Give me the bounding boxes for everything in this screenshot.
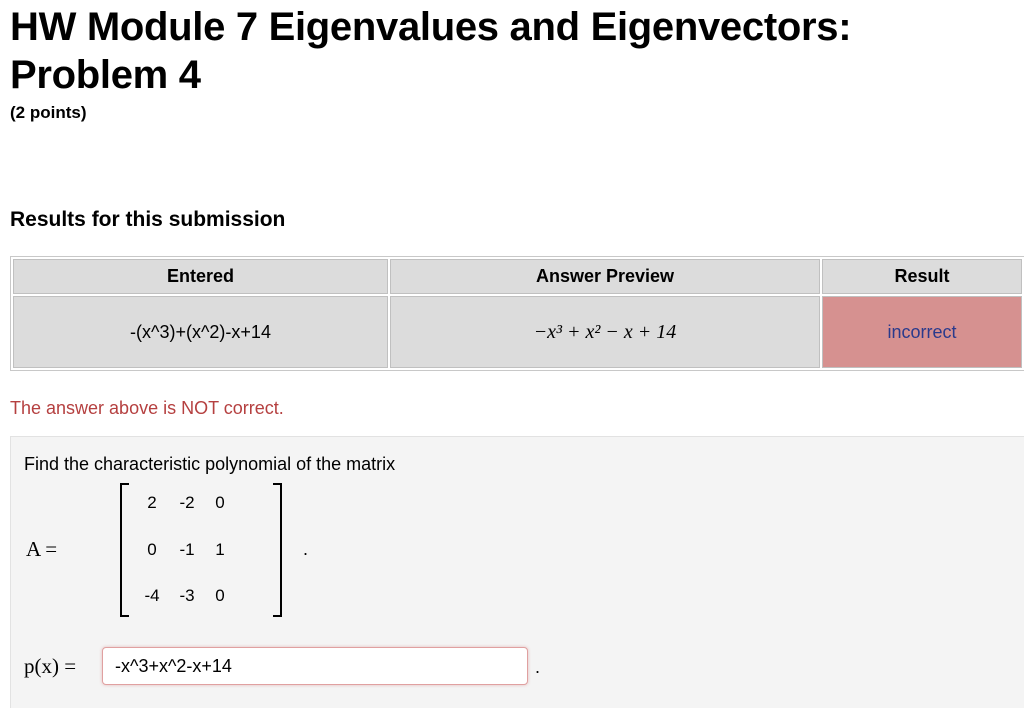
results-header-row: Entered Answer Preview Result xyxy=(13,259,1022,294)
matrix-right-bracket xyxy=(273,483,282,617)
matrix-cell: -2 xyxy=(179,493,195,512)
results-heading: Results for this submission xyxy=(10,208,286,231)
points-label: (2 points) xyxy=(10,103,87,122)
matrix-cell: 0 xyxy=(215,586,225,605)
problem-prompt: Find the characteristic polynomial of th… xyxy=(24,454,396,474)
answer-input[interactable] xyxy=(102,647,528,685)
column-header-answer-preview: Answer Preview xyxy=(390,259,820,294)
entered-cell: -(x^3)+(x^2)-x+14 xyxy=(13,296,388,368)
matrix-label: A = xyxy=(26,537,58,561)
answer-period: . xyxy=(535,657,541,677)
result-cell: incorrect xyxy=(822,296,1022,368)
page-title: HW Module 7 Eigenvalues and Eigenvectors… xyxy=(10,5,852,97)
answer-preview-cell: −x³ + x² − x + 14 xyxy=(390,296,820,368)
answer-preview-math: −x³ + x² − x + 14 xyxy=(533,320,677,343)
matrix-cell: 0 xyxy=(147,540,157,559)
answer-label: p(x) = xyxy=(24,654,77,678)
column-header-result: Result xyxy=(822,259,1022,294)
problem-box: Find the characteristic polynomial of th… xyxy=(10,436,1024,708)
matrix-left-bracket xyxy=(120,483,129,617)
matrix-cell: 2 xyxy=(147,493,157,512)
matrix-cell: 1 xyxy=(215,540,225,559)
column-header-entered: Entered xyxy=(13,259,388,294)
status-message: The answer above is NOT correct. xyxy=(10,398,284,418)
matrix-cell: 0 xyxy=(215,493,225,512)
matrix-period: . xyxy=(303,539,309,559)
matrix-cell: -4 xyxy=(144,586,160,605)
results-table: Entered Answer Preview Result -(x^3)+(x^… xyxy=(10,256,1024,371)
matrix-cell: -3 xyxy=(179,586,195,605)
matrix-cell: -1 xyxy=(179,540,195,559)
table-row: -(x^3)+(x^2)-x+14 −x³ + x² − x + 14 inco… xyxy=(13,296,1022,368)
